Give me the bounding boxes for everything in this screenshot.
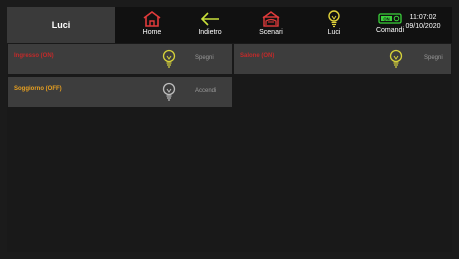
nav-lights-button[interactable]: Luci — [305, 7, 363, 43]
app-frame: Luci Home Indietro Scenari Luci ON Coman… — [7, 7, 452, 252]
switch-badge: ON — [383, 16, 389, 21]
light-label-soggiorno: Soggiorno (OFF) — [14, 86, 62, 92]
back-arrow-icon — [200, 12, 219, 26]
nav-scenarios-label: Scenari — [259, 29, 283, 36]
light-label-salone: Salone (ON) — [240, 53, 275, 59]
page-title: Luci — [7, 7, 115, 43]
light-ingresso-off-button[interactable]: Spegni — [195, 55, 214, 61]
top-bar: Luci Home Indietro Scenari Luci ON Coman… — [7, 7, 452, 43]
datetime: 11:07:02 09/10/2020 — [395, 13, 451, 31]
bulb-on-icon — [162, 49, 176, 68]
home-icon — [143, 11, 161, 27]
scenarios-icon — [262, 11, 280, 27]
bulb-off-icon — [162, 82, 176, 101]
clock-date: 09/10/2020 — [405, 23, 441, 30]
nav-home-label: Home — [142, 29, 162, 36]
nav-home-button[interactable]: Home — [123, 7, 181, 43]
light-salone-off-button[interactable]: Spegni — [424, 55, 443, 61]
clock-time: 11:07:02 — [409, 14, 437, 21]
light-panel-ingresso: Ingresso (ON) Spegni — [8, 44, 232, 74]
light-panel-salone: Salone (ON) Spegni — [234, 44, 451, 74]
nav-lights-label: Luci — [327, 29, 341, 36]
bulb-on-icon — [389, 49, 403, 68]
nav-back-label: Indietro — [198, 29, 222, 36]
light-label-ingresso: Ingresso (ON) — [14, 53, 54, 59]
nav-back-button[interactable]: Indietro — [181, 7, 239, 43]
bulb-icon — [328, 10, 340, 28]
nav-scenarios-button[interactable]: Scenari — [242, 7, 300, 43]
light-panel-soggiorno: Soggiorno (OFF) Accendi — [8, 77, 232, 107]
page-title-text: Luci — [51, 20, 71, 30]
light-soggiorno-on-button[interactable]: Accendi — [195, 88, 216, 94]
